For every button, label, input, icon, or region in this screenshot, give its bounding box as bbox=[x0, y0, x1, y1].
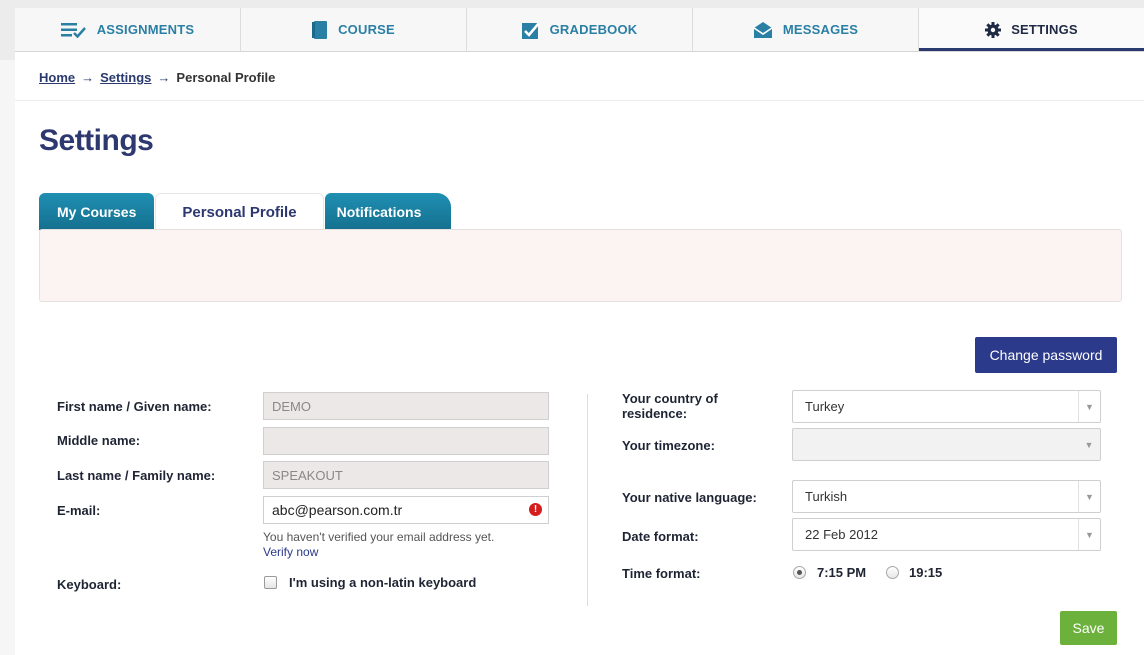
language-value: Turkish bbox=[805, 489, 848, 504]
non-latin-keyboard-checkbox[interactable] bbox=[264, 576, 277, 589]
native-language-label: Your native language: bbox=[622, 490, 757, 505]
nav-tab-label: ASSIGNMENTS bbox=[96, 22, 195, 37]
tab-my-courses[interactable]: My Courses bbox=[39, 193, 155, 230]
last-name-label: Last name / Family name: bbox=[57, 468, 216, 483]
country-label-line1: Your country of bbox=[622, 391, 718, 406]
nav-tab-assignments[interactable]: ASSIGNMENTS bbox=[15, 8, 241, 51]
nav-tab-label: MESSAGES bbox=[782, 22, 859, 37]
email-value: abc@pearson.com.tr bbox=[272, 502, 403, 518]
nav-tab-settings[interactable]: SETTINGS bbox=[919, 8, 1144, 51]
page-title: Settings bbox=[39, 124, 154, 157]
country-select[interactable]: Turkey ▼ bbox=[792, 390, 1101, 423]
breadcrumb-home-link[interactable]: Home bbox=[39, 70, 75, 85]
nav-tab-label: GRADEBOOK bbox=[549, 22, 638, 37]
country-value: Turkey bbox=[805, 399, 845, 414]
middle-name-label: Middle name: bbox=[57, 433, 141, 448]
time-format-label: Time format: bbox=[622, 566, 701, 581]
list-check-icon bbox=[60, 22, 86, 38]
breadcrumb-separator: → bbox=[81, 70, 95, 85]
book-icon bbox=[312, 20, 328, 39]
envelope-icon bbox=[753, 21, 773, 38]
timezone-select[interactable]: ▼ bbox=[792, 428, 1101, 461]
chevron-down-icon: ▼ bbox=[1078, 481, 1100, 512]
nav-tab-course[interactable]: COURSE bbox=[241, 8, 467, 51]
tab-personal-profile[interactable]: Personal Profile bbox=[155, 193, 324, 230]
nav-tab-label: SETTINGS bbox=[1011, 22, 1078, 37]
first-name-field[interactable]: DEMO bbox=[263, 392, 549, 420]
chevron-down-icon: ▼ bbox=[1078, 391, 1100, 422]
nav-tab-messages[interactable]: MESSAGES bbox=[693, 8, 919, 51]
verify-now-link[interactable]: Verify now bbox=[263, 545, 494, 560]
middle-name-field[interactable] bbox=[263, 427, 549, 455]
timezone-label: Your timezone: bbox=[622, 438, 715, 453]
country-label: Your country of residence: bbox=[622, 391, 718, 421]
email-label: E-mail: bbox=[57, 503, 101, 518]
email-hint-text: You haven't verified your email address … bbox=[263, 530, 495, 544]
change-password-button[interactable]: Change password bbox=[975, 337, 1117, 373]
top-nav-bar: ASSIGNMENTS COURSE GRADEBOOK MESSAGES SE… bbox=[15, 8, 1144, 52]
email-verification-hint: You haven't verified your email address … bbox=[263, 530, 494, 560]
date-format-label: Date format: bbox=[622, 529, 699, 544]
top-navigation: ASSIGNMENTS COURSE GRADEBOOK MESSAGES SE… bbox=[0, 0, 1144, 60]
country-label-line2: residence: bbox=[622, 406, 688, 421]
settings-tabs: My Courses Personal Profile Notification… bbox=[39, 193, 452, 230]
error-icon: ! bbox=[529, 503, 542, 516]
save-button[interactable]: Save bbox=[1060, 611, 1117, 645]
time-format-12h-label: 7:15 PM bbox=[817, 565, 867, 580]
divider bbox=[15, 100, 1144, 101]
date-format-value: 22 Feb 2012 bbox=[805, 527, 879, 542]
time-format-12h-radio[interactable] bbox=[793, 566, 806, 579]
native-language-select[interactable]: Turkish ▼ bbox=[792, 480, 1101, 513]
chevron-down-icon: ▼ bbox=[1078, 519, 1100, 550]
chevron-down-icon: ▼ bbox=[1084, 439, 1094, 450]
column-divider bbox=[587, 394, 588, 606]
nav-tab-label: COURSE bbox=[338, 22, 395, 37]
main-content: Home → Settings → Personal Profile Settings … bbox=[15, 52, 1144, 655]
date-format-select[interactable]: 22 Feb 2012 ▼ bbox=[792, 518, 1101, 551]
breadcrumb-separator: → bbox=[157, 70, 171, 85]
nav-tab-gradebook[interactable]: GRADEBOOK bbox=[467, 8, 693, 51]
first-name-label: First name / Given name: bbox=[57, 399, 212, 414]
breadcrumb: Home → Settings → Personal Profile bbox=[39, 70, 275, 85]
gear-icon bbox=[985, 21, 1002, 38]
email-field[interactable]: abc@pearson.com.tr ! bbox=[263, 496, 549, 524]
tab-panel bbox=[39, 229, 1122, 302]
breadcrumb-settings-link[interactable]: Settings bbox=[100, 70, 151, 85]
last-name-field[interactable]: SPEAKOUT bbox=[263, 461, 549, 489]
time-format-24h-label: 19:15 bbox=[909, 565, 943, 580]
non-latin-keyboard-label: I'm using a non-latin keyboard bbox=[289, 575, 477, 590]
breadcrumb-current: Personal Profile bbox=[176, 70, 276, 85]
keyboard-label: Keyboard: bbox=[57, 577, 122, 592]
checkbox-icon bbox=[521, 21, 540, 39]
tab-notifications[interactable]: Notifications bbox=[324, 193, 452, 230]
time-format-24h-radio[interactable] bbox=[886, 566, 899, 579]
